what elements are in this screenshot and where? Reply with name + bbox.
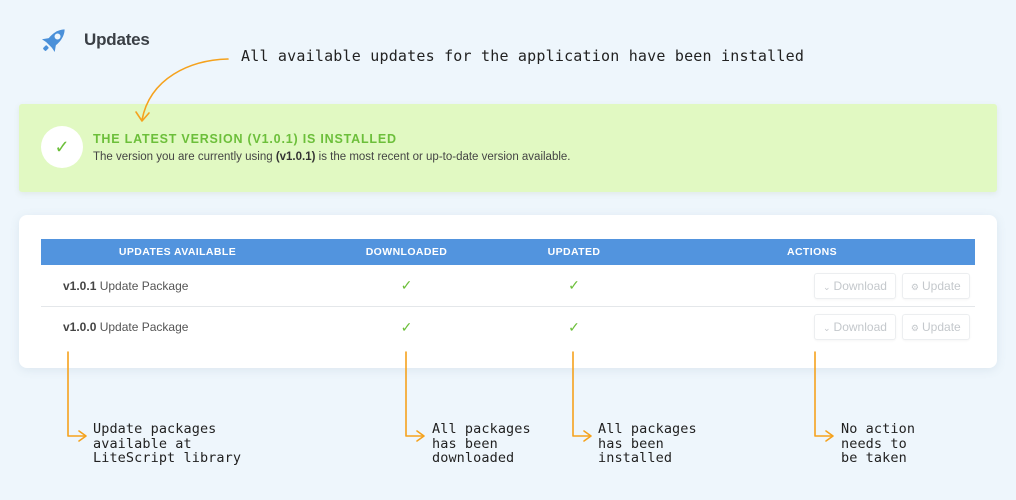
row-actions: ⌄ Download ⚙ Update bbox=[649, 272, 975, 299]
status-description: The version you are currently using (v1.… bbox=[93, 151, 571, 163]
row-actions: ⌄ Download ⚙ Update bbox=[649, 314, 975, 340]
header-updates-available: UPDATES AVAILABLE bbox=[118, 246, 237, 258]
check-circle-icon: ✓ bbox=[41, 126, 83, 168]
table-row: v1.0.0 Update Package ✓ ✓ ⌄ Download ⚙ Upd… bbox=[41, 306, 975, 347]
header-downloaded: DOWNLOADED bbox=[365, 246, 448, 258]
download-arrow-icon: ⌄ bbox=[823, 281, 831, 292]
col2-arrow-head bbox=[416, 430, 425, 442]
download-arrow-icon: ⌄ bbox=[823, 323, 831, 333]
update-button[interactable]: ⚙ Update bbox=[901, 314, 970, 340]
updated-check-icon: ✓ bbox=[568, 277, 580, 293]
annotation-installed: All packages has been installed bbox=[598, 421, 697, 466]
downloaded-check-icon: ✓ bbox=[400, 318, 413, 335]
rocket-icon bbox=[41, 29, 65, 53]
download-button[interactable]: ⌄ Download bbox=[814, 314, 896, 340]
package-name: v1.0.0 Update Package bbox=[63, 320, 189, 334]
updates-table: UPDATES AVAILABLE DOWNLOADED UPDATED ACT… bbox=[41, 239, 975, 347]
table-row: v1.0.1 Update Package ✓ ✓ ⌄ Download ⚙ Upd… bbox=[41, 265, 975, 306]
annotation-no-action: No action needs to be taken bbox=[841, 421, 916, 466]
status-title: THE LATEST VERSION (V1.0.1) IS INSTALLED bbox=[93, 132, 397, 146]
col3-arrow-head bbox=[583, 430, 592, 442]
status-panel: ✓ THE LATEST VERSION (V1.0.1) IS INSTALL… bbox=[19, 104, 997, 192]
header-actions: ACTIONS bbox=[786, 246, 838, 258]
page-title: Updates bbox=[84, 30, 150, 49]
table-header: UPDATES AVAILABLE DOWNLOADED UPDATED ACT… bbox=[41, 239, 975, 265]
annotation-downloaded: All packages has been downloaded bbox=[432, 421, 531, 466]
page-header: Updates bbox=[36, 22, 150, 58]
annotation-packages-available: Update packages available at LiteScript li… bbox=[93, 421, 242, 466]
updates-card: UPDATES AVAILABLE DOWNLOADED UPDATED ACT… bbox=[19, 215, 997, 368]
col4-arrow-head bbox=[825, 430, 834, 442]
downloaded-check-icon: ✓ bbox=[400, 277, 413, 293]
download-button[interactable]: ⌄ Download bbox=[814, 272, 896, 299]
gear-icon: ⚙ bbox=[910, 323, 919, 333]
update-button[interactable]: ⚙ Update bbox=[901, 272, 970, 299]
gear-icon: ⚙ bbox=[910, 281, 919, 292]
package-name: v1.0.1 Update Package bbox=[63, 278, 189, 293]
header-updated: UPDATED bbox=[547, 246, 601, 258]
updated-check-icon: ✓ bbox=[568, 318, 580, 335]
col1-arrow-head bbox=[78, 430, 87, 442]
annotation-top: All available updates for the applicatio… bbox=[241, 47, 805, 65]
